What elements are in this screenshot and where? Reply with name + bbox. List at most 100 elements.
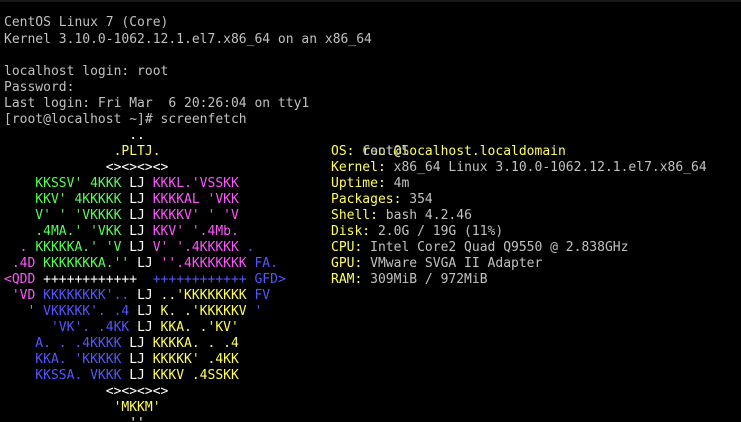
logo-segment: .4D [4, 256, 44, 271]
logo-line: '' [4, 416, 145, 422]
info-value: CentOS [362, 144, 410, 159]
logo-segment: 'VK'. .4KK [4, 320, 138, 335]
info-row: Shell: bash 4.2.46 [331, 208, 472, 224]
info-row: RAM: 309MiB / 972MiB [331, 272, 488, 288]
logo-segment: LJ [129, 176, 145, 191]
info-value: bash 4.2.46 [385, 208, 472, 223]
info-key: OS: [331, 144, 363, 159]
logo-segment: KKKV .4SSKK [144, 368, 239, 383]
logo-segment: LJ [129, 336, 145, 351]
logo-segment: VKKKKK'. .4 [43, 304, 138, 319]
logo-segment: A. . .4KKKK [4, 336, 130, 351]
info-key: GPU: [331, 256, 371, 271]
info-hostname: root@localhost.localdomain [331, 128, 566, 159]
logo-segment: <><><><> [4, 160, 169, 175]
info-row: GPU: VMware SVGA II Adapter [331, 256, 542, 272]
password-prompt-line: Password: [4, 80, 75, 95]
logo-line: 'VD KKKKKKKK'.. LJ ..'KKKKKKKK FV [4, 288, 270, 304]
logo-segment: . [246, 240, 255, 255]
info-row: Disk: 2.0G / 19G (11%) [331, 224, 503, 240]
logo-line: .. [4, 128, 145, 144]
logo-segment: FV [254, 288, 271, 303]
logo-segment: KKA. 'KKKKK [4, 352, 130, 367]
logo-segment: KKKL.'VSSKK [144, 176, 239, 191]
logo-segment: KKA. .'KV' [152, 320, 239, 335]
info-value: 354 [409, 192, 433, 207]
logo-line: .4D KKKKKKKA.'' LJ ''.4KKKKKKK FA. [4, 256, 278, 272]
kernel-banner-line: Kernel 3.10.0-1062.12.1.el7.x86_64 on an… [4, 32, 372, 47]
logo-line: .PLTJ. [4, 144, 161, 160]
logo-segment: ..'KKKKKKKK [152, 288, 255, 303]
logo-segment: ' [4, 304, 44, 319]
logo-segment: KKKKA. . .4 [144, 336, 239, 351]
logo-line: <><><><> [4, 160, 169, 176]
logo-segment: 'VD [4, 288, 44, 303]
info-key: Disk: [331, 224, 378, 239]
logo-segment: KKV' 4KKKKK [4, 192, 130, 207]
logo-segment: GFD> [254, 272, 286, 287]
logo-segment: K. .'KKKKKV [152, 304, 255, 319]
logo-segment: .PLTJ. [4, 144, 161, 159]
info-row: Kernel: x86_64 Linux 3.10.0-1062.12.1.el… [331, 160, 707, 176]
logo-line: .4MA.' 'VKK LJ KKV' '.4Mb. [4, 224, 239, 240]
logo-segment: '' [4, 416, 145, 422]
logo-segment: KKSSV' 4KKK [4, 176, 130, 191]
info-value: VMware SVGA II Adapter [370, 256, 543, 271]
logo-segment: . [4, 240, 36, 255]
logo-segment: LJ [129, 224, 145, 239]
logo-segment: LJ [129, 352, 145, 367]
logo-segment: LJ [137, 304, 153, 319]
logo-line: <><><><> [4, 384, 169, 400]
info-value: 309MiB / 972MiB [370, 272, 488, 287]
info-value: 2.0G / 19G (11%) [377, 224, 504, 239]
info-key: Kernel: [331, 160, 394, 175]
logo-segment: ++++++++++++ [152, 272, 255, 287]
info-row: OS: CentOS [331, 144, 409, 160]
logo-segment: .. [4, 128, 145, 143]
logo-segment: KKKKAL 'VKK [144, 192, 239, 207]
logo-segment: .4MA.' 'VKK [4, 224, 130, 239]
logo-line: KKA. 'KKKKK LJ KKKKK' .4KK [4, 352, 239, 368]
info-value: Intel Core2 Quad Q9550 @ 2.838GHz [370, 240, 629, 255]
logo-segment: LJ [129, 192, 145, 207]
logo-segment: V' ' 'VKKKK [4, 208, 130, 223]
last-login-line: Last login: Fri Mar 6 20:26:04 on tty1 [4, 96, 310, 111]
logo-segment: LJ [129, 240, 145, 255]
logo-segment: LJ [137, 256, 153, 271]
logo-line: KKSSA. VKKK LJ KKKV .4SSKK [4, 368, 239, 384]
logo-segment: ' [254, 304, 263, 319]
info-row: Uptime: 4m [331, 176, 409, 192]
logo-line: KKV' 4KKKKK LJ KKKKAL 'VKK [4, 192, 239, 208]
logo-line: A. . .4KKKK LJ KKKKA. . .4 [4, 336, 239, 352]
logo-segment: KKKKKKKK'.. [43, 288, 138, 303]
logo-segment: 'MKKM' [4, 400, 161, 415]
logo-line: <QDD ++++++++++++ ++++++++++++ GFD> [4, 272, 286, 288]
terminal-console[interactable]: CentOS Linux 7 (Core) Kernel 3.10.0-1062… [0, 0, 741, 422]
os-release-line: CentOS Linux 7 (Core) [4, 15, 169, 30]
logo-segment: KKKKK' .4KK [144, 352, 239, 367]
shell-prompt-line[interactable]: [root@localhost ~]# screenfetch [4, 112, 247, 128]
info-key: CPU: [331, 240, 371, 255]
info-value: x86_64 Linux 3.10.0-1062.12.1.el7.x86_64 [393, 160, 707, 175]
logo-segment: LJ [137, 288, 153, 303]
info-key: Packages: [331, 192, 410, 207]
logo-segment: <><><><> [4, 384, 169, 399]
info-row: Packages: 354 [331, 192, 433, 208]
logo-line: V' ' 'VKKKK LJ KKKKV' ' 'V [4, 208, 239, 224]
logo-segment: ++++++++++++ [43, 272, 153, 287]
login-prompt-line: localhost login: root [4, 64, 169, 79]
logo-segment: <QDD [4, 272, 44, 287]
logo-segment: FA. [254, 256, 278, 271]
logo-segment: LJ [129, 208, 145, 223]
logo-segment: KKKKV' ' 'V [144, 208, 239, 223]
logo-segment: V' '.4KKKKK [144, 240, 247, 255]
info-value: 4m [393, 176, 410, 191]
logo-line: KKSSV' 4KKK LJ KKKL.'VSSKK [4, 176, 239, 192]
logo-segment: KKKKKA.' 'V [35, 240, 130, 255]
logo-segment: LJ [137, 320, 153, 335]
logo-line: 'VK'. .4KK LJ KKA. .'KV' [4, 320, 239, 336]
logo-segment: ''.4KKKKKKK [152, 256, 255, 271]
info-key: Uptime: [331, 176, 394, 191]
info-row: CPU: Intel Core2 Quad Q9550 @ 2.838GHz [331, 240, 628, 256]
logo-line: . KKKKKA.' 'V LJ V' '.4KKKKK . [4, 240, 255, 256]
